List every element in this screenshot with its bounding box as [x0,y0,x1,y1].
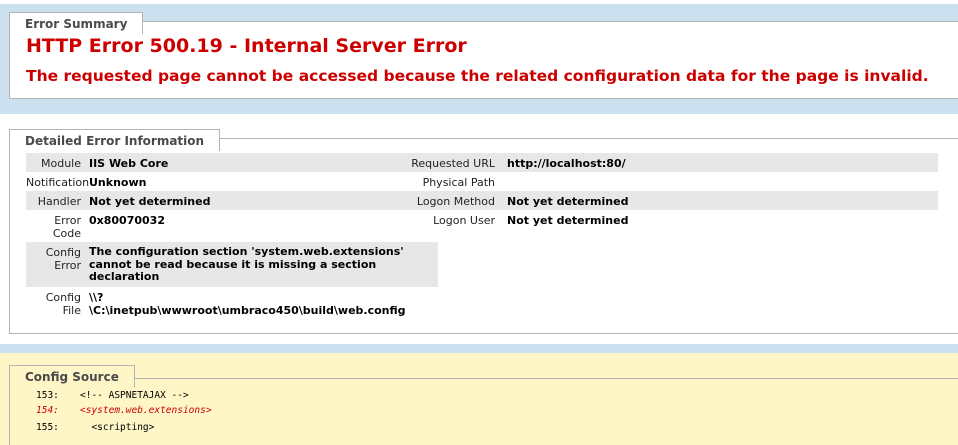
detail-label: Error Code [26,214,81,240]
value-line: \\? [89,291,104,304]
error-summary-legend: Error Summary [9,12,144,34]
label-line: Config [45,246,81,259]
detail-value: Not yet determined [89,195,211,208]
detail-value: Unknown [89,176,147,189]
code-text: <scripting> [80,422,155,433]
detail-value: \\? \C:\inetpub\wwwroot\umbraco450\build… [89,291,406,317]
detail-label: Logon Method [416,195,495,208]
code-text-highlight: <system.web.extensions> [80,405,212,416]
detail-label: Notification [26,176,90,189]
value-line: The configuration section 'system.web.ex… [89,245,404,258]
config-source-legend: Config Source [9,365,135,387]
label-line: Code [52,227,81,240]
detailed-legend: Detailed Error Information [9,129,221,151]
detail-value: 0x80070032 [89,214,165,227]
detail-label: Physical Path [422,176,495,189]
detail-label: Config Error [26,246,81,272]
value-line: declaration [89,270,160,283]
code-text: <!-- ASPNETAJAX --> [80,390,189,401]
detail-value: Not yet determined [507,195,629,208]
detail-label: Requested URL [411,157,495,170]
error-title: HTTP Error 500.19 - Internal Server Erro… [26,35,467,57]
code-line: 155: [36,422,59,433]
line-number: 154: [36,405,59,416]
top-strip [0,0,958,4]
label-line: File [62,304,81,317]
label-line: Config [45,291,81,304]
code-line: 153: [36,390,59,401]
detail-value: The configuration section 'system.web.ex… [89,245,404,284]
error-subtitle: The requested page cannot be accessed be… [26,67,929,85]
label-line: Error [54,214,81,227]
line-number: 155: [36,422,59,433]
detail-label: Config File [26,291,81,317]
detail-value: IIS Web Core [89,157,169,170]
error-summary-section [9,21,958,99]
detail-value: http://localhost:80/ [507,157,626,170]
detail-value: Not yet determined [507,214,629,227]
detail-label: Module [41,157,81,170]
value-line: \C:\inetpub\wwwroot\umbraco450\build\web… [89,304,406,317]
detail-label: Logon User [433,214,495,227]
code-line-highlight: 154: [36,405,59,416]
detail-label: Handler [37,195,81,208]
line-number: 153: [36,390,59,401]
label-line: Error [54,259,81,272]
